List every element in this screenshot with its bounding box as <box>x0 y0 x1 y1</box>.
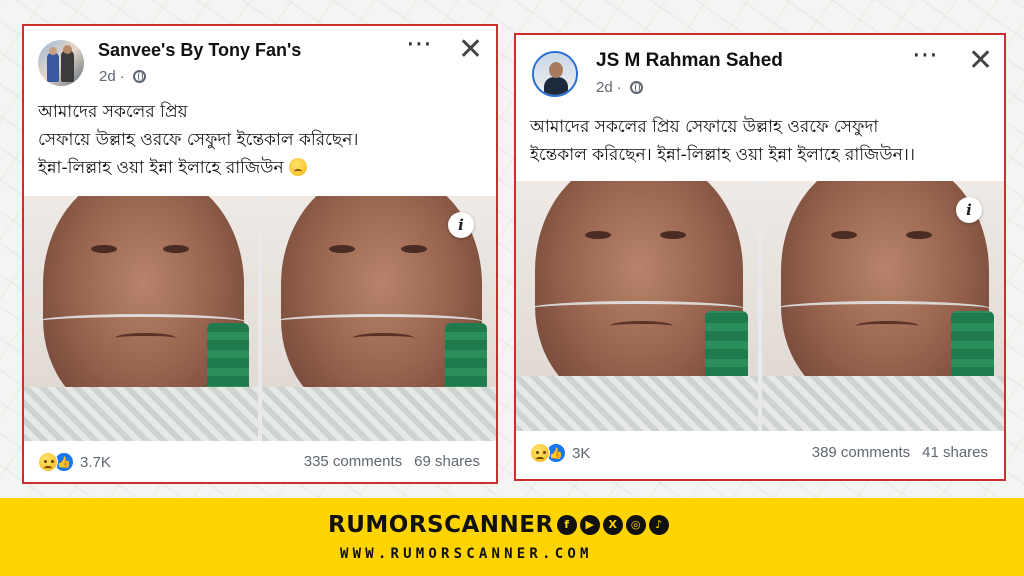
photo-left-half <box>24 196 258 441</box>
sad-face-emoji-icon <box>289 158 307 176</box>
post-footer: 👍 3K 389 comments 41 shares <box>516 435 1004 475</box>
sad-reaction-icon <box>38 452 58 472</box>
globe-icon <box>629 81 643 94</box>
reaction-count: 3.7K <box>80 453 111 471</box>
facebook-icon[interactable]: f <box>556 515 577 535</box>
photo-left-half <box>516 181 758 431</box>
brand-name: RUMORSCANNER <box>328 512 554 538</box>
brand-url[interactable]: WWW.RUMORSCANNER.COM <box>340 546 593 562</box>
more-options-icon[interactable]: ⋯ <box>406 30 433 56</box>
info-icon[interactable]: i <box>956 197 982 223</box>
reactions[interactable]: 👍 3K <box>530 443 590 463</box>
tiktok-icon[interactable]: ♪ <box>648 515 669 535</box>
comments-count[interactable]: 335 comments <box>304 453 402 470</box>
post-photo[interactable]: i <box>516 181 1004 431</box>
avatar[interactable] <box>38 40 84 86</box>
post-time[interactable]: 2d <box>596 79 613 96</box>
instagram-icon[interactable]: ◎ <box>625 515 646 535</box>
close-icon[interactable]: ✕ <box>458 35 483 65</box>
info-icon[interactable]: i <box>448 212 474 238</box>
facebook-post-right: JS M Rahman Sahed 2d · ⋯ ✕ আমাদের সকলের … <box>514 33 1006 481</box>
author-name[interactable]: JS M Rahman Sahed <box>596 50 783 72</box>
shares-count[interactable]: 41 shares <box>922 444 988 461</box>
shares-count[interactable]: 69 shares <box>414 453 480 470</box>
post-header: JS M Rahman Sahed 2d · ⋯ ✕ <box>516 35 1004 99</box>
engagement-stats: 335 comments 69 shares <box>304 453 480 470</box>
post-text: আমাদের সকলের প্রিয় সেফায়ে উল্লাহ ওরফে … <box>38 98 488 182</box>
photo-right-half: i <box>262 196 496 441</box>
post-text: আমাদের সকলের প্রিয় সেফায়ে উল্লাহ ওরফে … <box>530 117 915 165</box>
youtube-icon[interactable]: ▶ <box>579 515 600 535</box>
x-twitter-icon[interactable]: X <box>602 515 623 535</box>
post-text-body: আমাদের সকলের প্রিয় সেফায়ে উল্লাহ ওরফে … <box>38 102 359 178</box>
avatar[interactable] <box>532 51 578 97</box>
sad-reaction-icon <box>530 443 550 463</box>
globe-icon <box>132 70 146 83</box>
more-options-icon[interactable]: ⋯ <box>912 41 939 67</box>
post-meta: 2d · <box>596 79 643 96</box>
post-time[interactable]: 2d <box>99 68 116 85</box>
engagement-stats: 389 comments 41 shares <box>812 444 988 461</box>
rumorscanner-banner: RUMORSCANNER f ▶ X ◎ ♪ WWW.RUMORSCANNER.… <box>0 498 1024 576</box>
comments-count[interactable]: 389 comments <box>812 444 910 461</box>
post-header: Sanvee's By Tony Fan's 2d · ⋯ ✕ <box>24 26 496 90</box>
close-icon[interactable]: ✕ <box>968 46 993 76</box>
facebook-post-left: Sanvee's By Tony Fan's 2d · ⋯ ✕ আমাদের স… <box>22 24 498 484</box>
photo-right-half: i <box>762 181 1004 431</box>
reactions[interactable]: 👍 3.7K <box>38 452 111 472</box>
brand: RUMORSCANNER f ▶ X ◎ ♪ <box>328 512 669 538</box>
reaction-count: 3K <box>572 444 591 462</box>
post-footer: 👍 3.7K 335 comments 69 shares <box>24 444 496 484</box>
post-photo[interactable]: i <box>24 196 496 441</box>
post-meta: 2d · <box>99 68 146 85</box>
author-name[interactable]: Sanvee's By Tony Fan's <box>98 40 301 61</box>
